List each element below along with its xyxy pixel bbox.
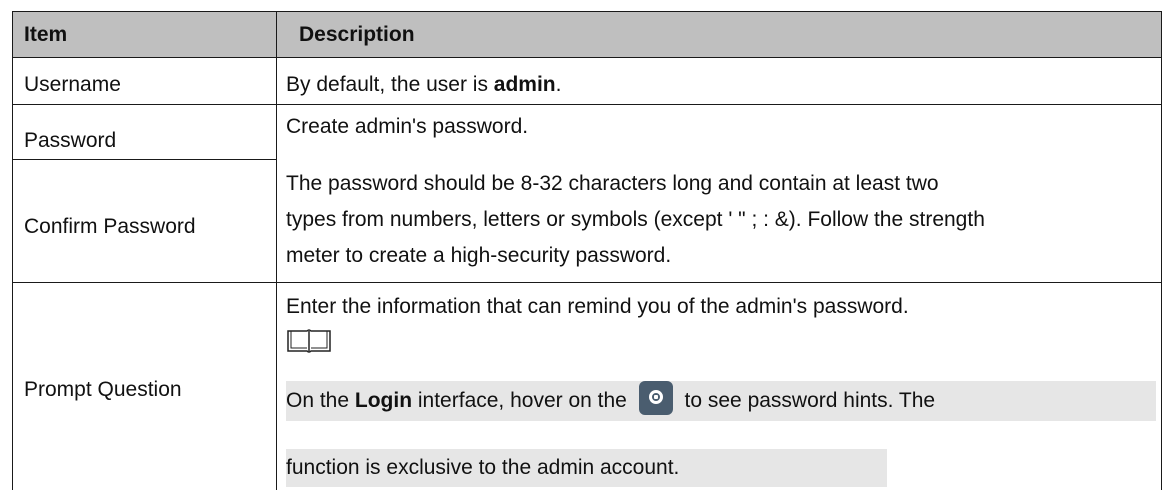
table-header <box>13 12 1161 57</box>
item-password: Password <box>24 129 117 152</box>
header-description: Description <box>299 23 415 46</box>
note-line-1: On the Login interface, hover on the to … <box>286 381 1156 421</box>
header-item: Item <box>24 23 68 46</box>
row-divider <box>12 104 1162 105</box>
table-border-right <box>1161 11 1162 490</box>
row-divider <box>12 282 1162 283</box>
desc-prompt-line1: Enter the information that can remind yo… <box>286 295 909 318</box>
column-divider <box>276 11 277 490</box>
desc-password-line4: meter to create a high-security password… <box>286 244 672 267</box>
table-border-top <box>12 11 1162 12</box>
desc-password-line1: Create admin's password. <box>286 115 529 138</box>
table-border-left <box>12 11 13 490</box>
parameter-table: Item Description Username By default, th… <box>12 11 1162 490</box>
item-prompt-question: Prompt Question <box>24 378 182 401</box>
item-confirm-password: Confirm Password <box>24 215 196 238</box>
desc-password-line2: The password should be 8-32 characters l… <box>286 172 939 195</box>
note-line-2: function is exclusive to the admin accou… <box>286 449 887 487</box>
desc-password-line3: types from numbers, letters or symbols (… <box>286 208 985 231</box>
row-divider <box>12 159 276 160</box>
desc-username: By default, the user is admin. <box>286 73 562 96</box>
book-note-icon <box>287 329 331 353</box>
row-divider <box>12 57 1162 58</box>
password-hint-icon <box>638 381 673 415</box>
item-username: Username <box>24 73 121 96</box>
